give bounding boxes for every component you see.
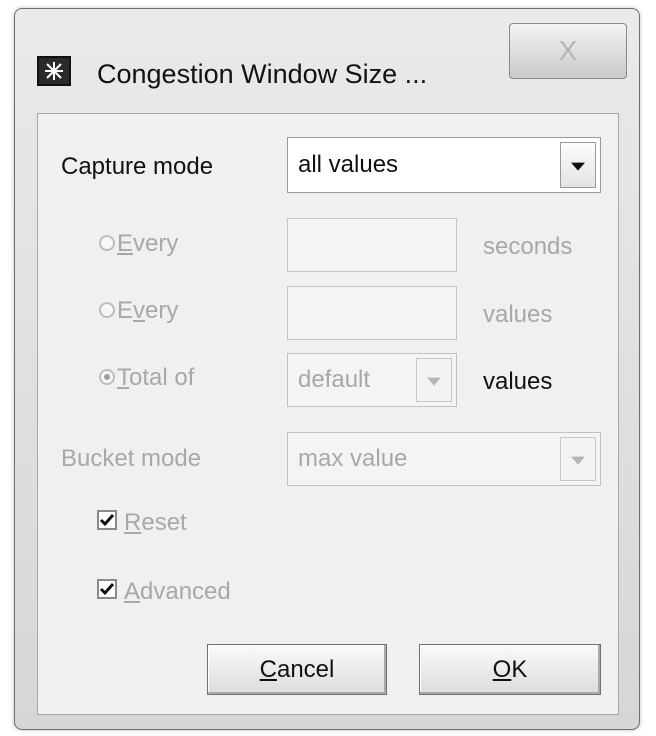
advanced-checkbox[interactable] (97, 579, 117, 599)
capture-mode-value: all values (298, 151, 399, 178)
advanced-label: Advanced (124, 578, 231, 605)
reset-label: Reset (124, 509, 187, 536)
every-values-unit-label: values (483, 301, 553, 328)
checkmark-icon (99, 583, 115, 596)
total-of-dropdown-button[interactable] (416, 358, 452, 402)
total-of-value: default (298, 366, 371, 393)
capture-mode-dropdown-button[interactable] (560, 142, 596, 188)
reset-checkbox[interactable] (97, 510, 117, 530)
chevron-down-icon (571, 456, 585, 465)
capture-mode-select[interactable]: all values (287, 137, 601, 193)
every-seconds-label: Every (117, 230, 179, 257)
chevron-down-icon (571, 162, 585, 171)
every-values-radio[interactable] (99, 302, 115, 318)
total-of-radio[interactable] (99, 369, 115, 385)
app-icon[interactable] (37, 56, 71, 86)
bucket-mode-select[interactable]: max value (287, 432, 601, 486)
bucket-mode-value: max value (298, 445, 408, 472)
bucket-mode-label: Bucket mode (61, 445, 202, 472)
ok-button-label: OK (492, 656, 528, 683)
every-seconds-radio[interactable] (99, 235, 115, 251)
every-values-input[interactable] (287, 286, 457, 340)
every-seconds-input[interactable] (287, 218, 457, 272)
total-of-unit-label: values (483, 368, 553, 395)
total-of-label: Total of (117, 364, 195, 391)
capture-mode-label: Capture mode (61, 153, 214, 180)
checkmark-icon (99, 514, 115, 527)
title-bar[interactable]: Congestion Window Size ... X (15, 9, 639, 113)
cancel-button-label: Cancel (259, 656, 335, 683)
total-of-select[interactable]: default (287, 353, 457, 407)
window-title: Congestion Window Size ... (97, 59, 428, 89)
seconds-unit-label: seconds (483, 233, 573, 260)
bucket-mode-dropdown-button[interactable] (560, 437, 596, 481)
chevron-down-icon (427, 377, 441, 386)
close-icon: X (558, 35, 578, 66)
every-values-label: Every (117, 297, 179, 324)
cancel-button[interactable]: Cancel (207, 644, 387, 695)
ok-button[interactable]: OK (419, 644, 601, 695)
dialog-window: Congestion Window Size ... X Capture mod… (14, 8, 640, 730)
dialog-body: Capture mode all values Every seconds Ev… (37, 113, 619, 715)
close-button[interactable]: X (509, 23, 627, 79)
